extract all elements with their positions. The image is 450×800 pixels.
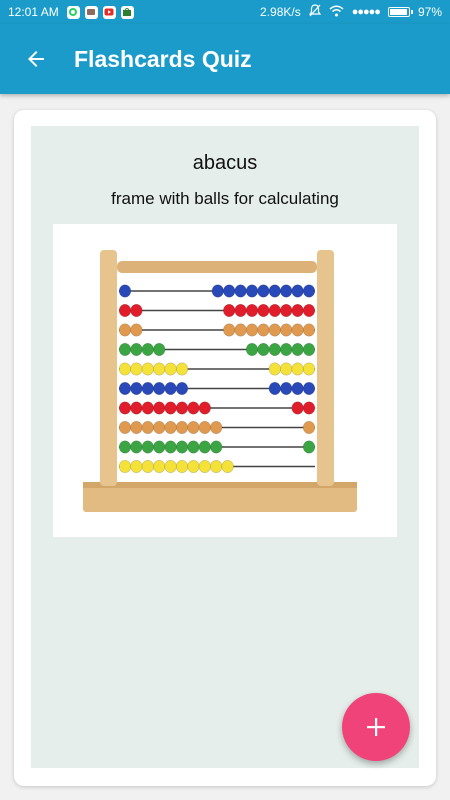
status-time: 12:01 AM	[8, 5, 59, 19]
back-button[interactable]	[8, 31, 64, 87]
arrow-back-icon	[28, 51, 44, 67]
battery-icon	[387, 7, 413, 17]
flashcard-word: abacus	[192, 152, 258, 174]
plus-icon	[367, 718, 385, 736]
wifi-icon	[329, 5, 344, 20]
notification-icons	[66, 5, 134, 19]
app-bar: Flashcards Quiz	[0, 24, 450, 94]
mute-icon	[308, 4, 321, 20]
signal-dots: ●●●●●	[351, 6, 381, 18]
flashcard-definition: frame with balls for calculating	[111, 189, 339, 208]
battery-percent: 97%	[417, 5, 442, 19]
store-icon	[120, 5, 134, 19]
flashcard[interactable]: abacus frame with balls for calculating	[14, 110, 436, 786]
abacus-image	[53, 224, 397, 537]
gallery-icon	[84, 5, 98, 19]
youtube-icon	[102, 5, 116, 19]
status-bar: 12:01 AM 2.98K/s ●●●●● 97%	[0, 0, 450, 24]
add-button[interactable]	[342, 693, 410, 761]
status-right: 2.98K/s ●●●●● 97%	[260, 4, 442, 20]
page-title: Flashcards Quiz	[74, 45, 252, 72]
flashcard-content: abacus frame with balls for calculating	[31, 126, 419, 768]
whatsapp-icon	[66, 5, 80, 19]
network-speed: 2.98K/s	[260, 5, 301, 19]
